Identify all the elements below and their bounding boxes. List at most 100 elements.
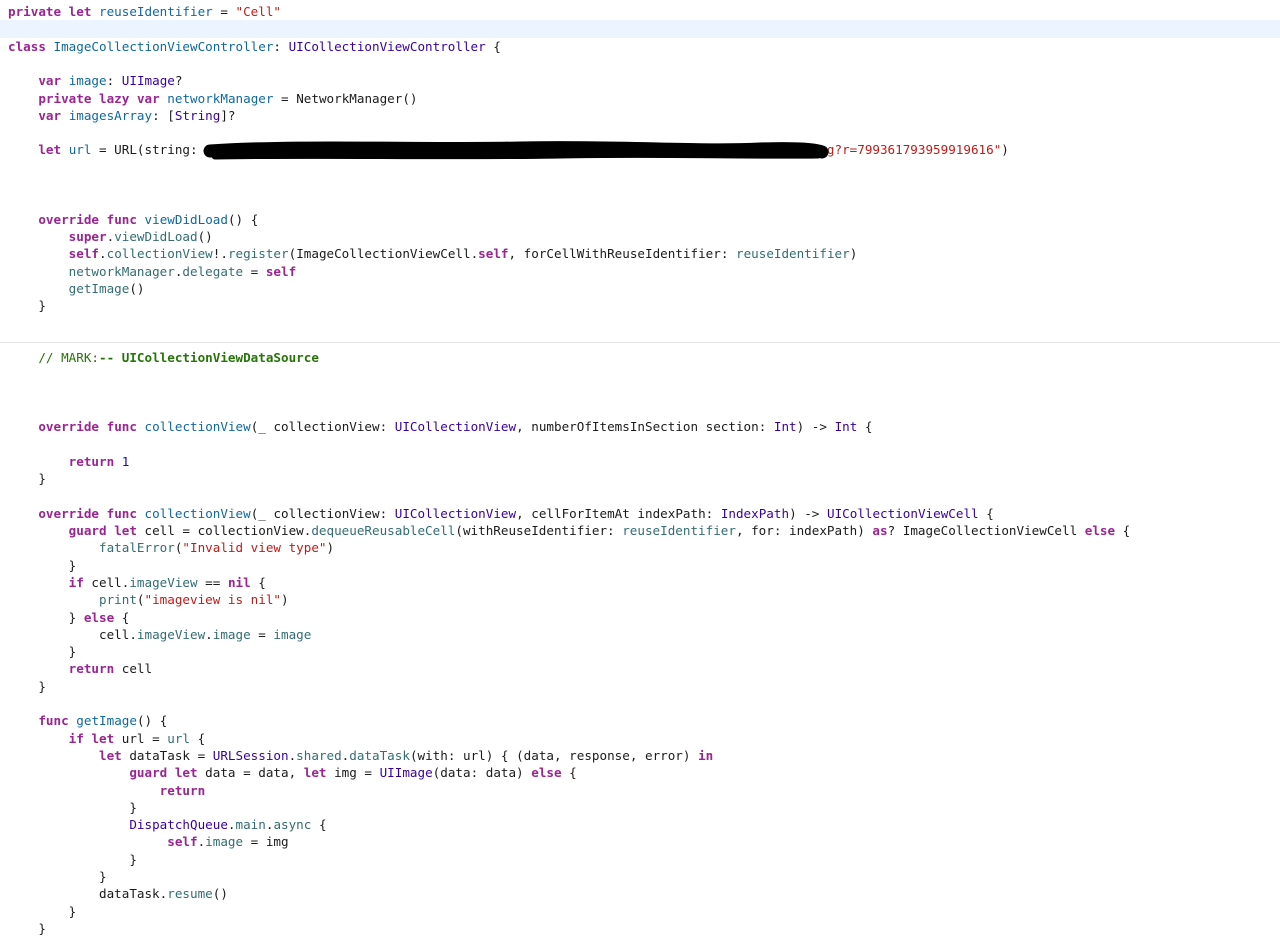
keyword-token: let	[174, 765, 198, 781]
plain-token: {	[114, 609, 130, 625]
keyword-token: func	[106, 211, 137, 227]
type-token: String	[174, 107, 221, 123]
plain-token: cell = collectionView.	[136, 523, 312, 538]
code-line: private let reuseIdentifier = "Cell"	[0, 3, 1280, 20]
plain-token: dataTask =	[121, 747, 213, 763]
keyword-token: return	[68, 661, 115, 677]
plain-token: , numberOfItemsInSection section:	[516, 419, 774, 435]
plain-token: ()	[212, 886, 228, 902]
property-token: reuseIdentifier	[622, 523, 736, 538]
plain-token: }	[8, 920, 46, 936]
type-token: Int	[834, 419, 858, 435]
keyword-token: var	[38, 107, 62, 123]
keyword-token: let	[303, 765, 327, 781]
code-editor[interactable]: private let reuseIdentifier = "Cell" clas…	[0, 0, 1280, 945]
keyword-token: lazy	[99, 90, 130, 106]
code-line: getImage()	[0, 280, 1280, 297]
property-token: resume	[167, 886, 213, 902]
plain-token: ]?	[220, 107, 236, 123]
keyword-token: nil	[227, 574, 251, 590]
code-line: let url = URL(string: "https://xxxxxxxxx…	[0, 141, 1280, 158]
plain-token: ? ImageCollectionViewCell	[887, 523, 1085, 538]
plain-token: )	[1001, 142, 1009, 158]
type-token: UIImage	[121, 73, 175, 89]
keyword-token: let	[38, 142, 62, 158]
comment-token: // MARK:	[38, 350, 100, 365]
string-token: "Cell"	[235, 4, 282, 19]
property-token: getImage	[68, 280, 130, 296]
identifier-token: viewDidLoad	[144, 211, 228, 227]
property-token: register	[227, 246, 289, 262]
code-line: return cell	[0, 660, 1280, 677]
identifier-token: ImageCollectionViewController	[53, 38, 274, 54]
keyword-token: else	[531, 765, 562, 781]
property-token: image	[212, 626, 251, 642]
keyword-token: func	[106, 505, 137, 521]
plain-token: url =	[114, 730, 168, 746]
code-line: override func viewDidLoad() {	[0, 211, 1280, 228]
code-line: let dataTask = URLSession.shared.dataTas…	[0, 747, 1280, 764]
plain-token: = NetworkManager()	[273, 90, 418, 106]
keyword-token: let	[91, 730, 115, 746]
plain-token: }	[8, 869, 107, 884]
property-token: delegate	[182, 263, 244, 279]
plain-token: :	[273, 38, 289, 54]
identifier-token: imagesArray	[68, 107, 153, 123]
string-token: "https://xxxxxxxxxxxxxxxxxxxxxxxxxxxxxxx…	[205, 142, 1002, 158]
keyword-token: private	[38, 90, 92, 106]
plain-token: , cellForItemAt indexPath:	[516, 505, 721, 521]
keyword-token: var	[38, 73, 62, 89]
plain-token: .	[205, 626, 213, 642]
plain-token: {	[190, 730, 206, 746]
code-line: }	[0, 851, 1280, 868]
property-token: async	[273, 817, 312, 833]
type-token: URLSession	[212, 747, 289, 763]
keyword-token: let	[114, 523, 137, 538]
plain-token: , forCellWithReuseIdentifier:	[508, 246, 736, 262]
plain-token: , for: indexPath)	[735, 523, 873, 538]
code-line: }	[0, 297, 1280, 314]
type-token: UICollectionViewCell	[826, 505, 979, 521]
plain-token: )	[281, 592, 289, 608]
keyword-token: else	[1084, 523, 1116, 538]
plain-token: {	[978, 505, 994, 521]
type-token: Int	[773, 419, 797, 435]
keyword-token: var	[136, 90, 160, 106]
keyword-token: override	[38, 505, 100, 521]
plain-token: =	[212, 4, 236, 19]
plain-token: (_ collectionView:	[250, 505, 395, 521]
code-line: }	[0, 557, 1280, 574]
keyword-token: let	[68, 4, 92, 19]
code-line: super.viewDidLoad()	[0, 228, 1280, 245]
code-line: guard let data = data, let img = UIImage…	[0, 764, 1280, 781]
keyword-token: let	[99, 747, 122, 763]
type-token: UIImage	[379, 765, 433, 781]
keyword-token: override	[38, 419, 100, 435]
type-token: UICollectionViewController	[288, 38, 486, 54]
plain-token: {	[561, 765, 577, 781]
